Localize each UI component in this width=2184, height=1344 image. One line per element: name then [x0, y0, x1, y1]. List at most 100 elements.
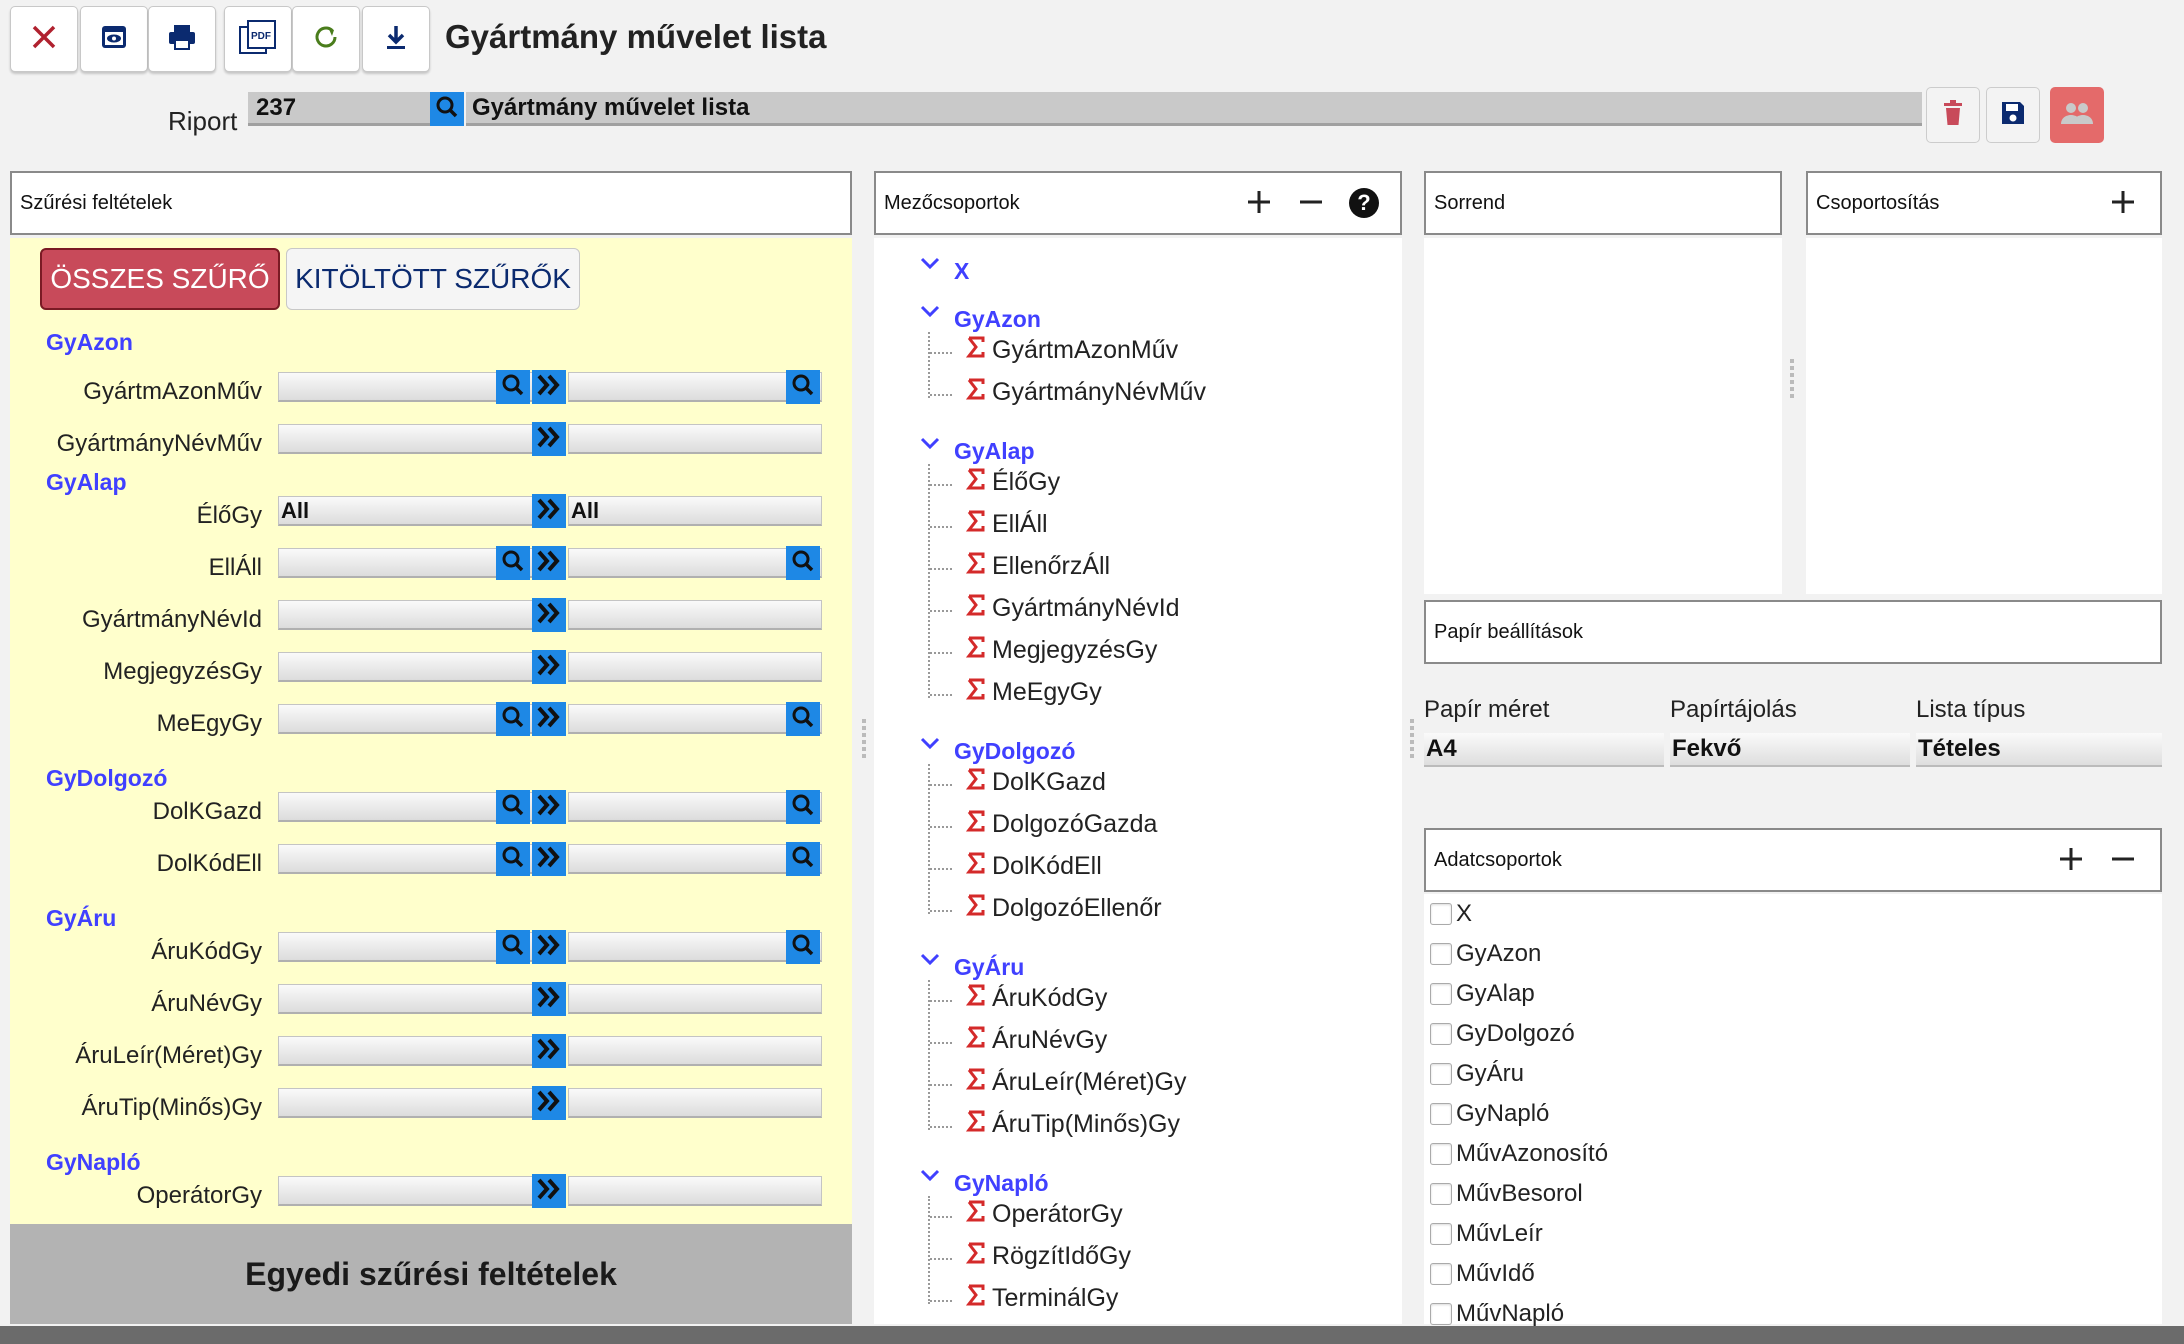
tree-field-item[interactable]: ÉlőGy — [965, 468, 1060, 497]
dataset-item[interactable]: GyDolgozó — [1430, 1020, 1575, 1048]
tab-filled-filters[interactable]: KITÖLTÖTT SZŰRŐK — [286, 248, 580, 310]
filter-copy-button[interactable] — [532, 982, 566, 1016]
splitter-left[interactable] — [860, 716, 868, 761]
filter-copy-button[interactable] — [532, 546, 566, 580]
tree-field-item[interactable]: ÁruTip(Minős)Gy — [965, 1110, 1180, 1139]
tree-field-item[interactable]: OperátorGy — [965, 1200, 1123, 1229]
grouping-area[interactable] — [1806, 238, 2162, 594]
list-type-select[interactable]: Tételes — [1916, 733, 2162, 767]
filter-from-input[interactable] — [278, 652, 534, 682]
tree-collapse-toggle[interactable] — [920, 302, 940, 325]
tab-all-filters[interactable]: ÖSSZES SZŰRŐ — [40, 248, 280, 310]
filter-search-button[interactable] — [496, 842, 530, 876]
sort-area[interactable] — [1424, 238, 1782, 594]
filter-search-button[interactable] — [786, 546, 820, 580]
filter-copy-button[interactable] — [532, 842, 566, 876]
filter-to-input[interactable] — [568, 1088, 822, 1118]
refresh-button[interactable] — [292, 6, 360, 72]
dataset-checkbox[interactable] — [1430, 1023, 1452, 1045]
filter-to-input[interactable] — [568, 548, 822, 578]
filter-copy-button[interactable] — [532, 650, 566, 684]
filter-copy-button[interactable] — [532, 702, 566, 736]
paper-size-select[interactable]: A4 — [1424, 733, 1664, 767]
tree-field-item[interactable]: EllenőrzÁll — [965, 552, 1110, 581]
filter-from-input[interactable] — [278, 1036, 534, 1066]
tree-field-item[interactable]: ÁruKódGy — [965, 984, 1107, 1013]
tree-collapse-toggle[interactable] — [920, 734, 940, 757]
filter-search-button[interactable] — [786, 930, 820, 964]
dataset-checkbox[interactable] — [1430, 1143, 1452, 1165]
tree-collapse-toggle[interactable] — [920, 434, 940, 457]
filter-to-input[interactable] — [568, 792, 822, 822]
paper-orientation-select[interactable]: Fekvő — [1670, 733, 1910, 767]
filter-to-input[interactable] — [568, 984, 822, 1014]
tree-field-item[interactable]: GyártmAzonMűv — [965, 336, 1178, 365]
filter-copy-button[interactable] — [532, 1174, 566, 1208]
dataset-checkbox[interactable] — [1430, 1263, 1452, 1285]
tree-field-item[interactable]: DolKGazd — [965, 768, 1106, 797]
tree-field-item[interactable]: TerminálGy — [965, 1284, 1118, 1313]
tree-field-item[interactable]: DolKódEll — [965, 852, 1102, 881]
riport-search-button[interactable] — [430, 92, 464, 126]
tree-field-item[interactable]: DolgozóEllenőr — [965, 894, 1162, 923]
dataset-checkbox[interactable] — [1430, 983, 1452, 1005]
tree-field-item[interactable]: ÁruNévGy — [965, 1026, 1107, 1055]
filter-copy-button[interactable] — [532, 1034, 566, 1068]
riport-name-field[interactable]: Gyártmány művelet lista — [466, 92, 1922, 126]
tree-group[interactable]: GyÁru — [954, 954, 1024, 981]
pdf-button[interactable]: PDF — [224, 6, 292, 72]
tree-field-item[interactable]: MeEgyGy — [965, 678, 1102, 707]
remove-fieldgroup-button[interactable] — [1296, 187, 1326, 223]
filter-copy-button[interactable] — [532, 370, 566, 404]
dataset-item[interactable]: MűvBesorol — [1430, 1180, 1583, 1208]
tree-group[interactable]: GyNapló — [954, 1170, 1049, 1197]
filter-from-input[interactable] — [278, 1176, 534, 1206]
filter-copy-button[interactable] — [532, 930, 566, 964]
tree-field-item[interactable]: GyártmányNévId — [965, 594, 1180, 623]
download-button[interactable] — [362, 6, 430, 72]
preview-button[interactable] — [80, 6, 148, 72]
splitter-middle[interactable] — [1408, 716, 1416, 761]
tree-field-item[interactable]: RögzítIdőGy — [965, 1242, 1131, 1271]
dataset-checkbox[interactable] — [1430, 1103, 1452, 1125]
filter-from-input[interactable] — [278, 1088, 534, 1118]
filter-copy-button[interactable] — [532, 422, 566, 456]
close-button[interactable] — [10, 6, 78, 72]
filter-copy-button[interactable] — [532, 598, 566, 632]
tree-collapse-toggle[interactable] — [920, 950, 940, 973]
dataset-checkbox[interactable] — [1430, 1303, 1452, 1325]
tree-collapse-toggle[interactable] — [920, 254, 940, 277]
tree-field-item[interactable]: MegjegyzésGy — [965, 636, 1157, 665]
filter-search-button[interactable] — [496, 370, 530, 404]
filter-search-button[interactable] — [496, 702, 530, 736]
tree-field-item[interactable]: EllÁll — [965, 510, 1048, 539]
filter-search-button[interactable] — [786, 842, 820, 876]
filter-to-input[interactable] — [568, 932, 822, 962]
splitter-right[interactable] — [1788, 356, 1796, 401]
tree-group[interactable]: GyDolgozó — [954, 738, 1075, 765]
riport-code-field[interactable]: 237 — [248, 92, 430, 126]
tree-group[interactable]: GyAzon — [954, 306, 1041, 333]
dataset-item[interactable]: MűvLeír — [1430, 1220, 1543, 1248]
filter-to-input[interactable] — [568, 424, 822, 454]
dataset-checkbox[interactable] — [1430, 1223, 1452, 1245]
filter-to-input[interactable] — [568, 600, 822, 630]
custom-filters-bar[interactable]: Egyedi szűrési feltételek — [10, 1224, 852, 1324]
dataset-item[interactable]: MűvIdő — [1430, 1260, 1535, 1288]
filter-search-button[interactable] — [786, 370, 820, 404]
filter-from-input[interactable] — [278, 600, 534, 630]
dataset-checkbox[interactable] — [1430, 943, 1452, 965]
tree-field-item[interactable]: GyártmányNévMűv — [965, 378, 1206, 407]
add-fieldgroup-button[interactable] — [1244, 187, 1274, 223]
filter-to-input[interactable] — [568, 652, 822, 682]
dataset-item[interactable]: X — [1430, 900, 1472, 928]
help-icon[interactable]: ? — [1348, 187, 1380, 225]
filter-copy-button[interactable] — [532, 1086, 566, 1120]
filter-from-input[interactable] — [278, 984, 534, 1014]
tree-group[interactable]: X — [954, 258, 969, 285]
remove-dataset-button[interactable] — [2108, 844, 2138, 880]
add-dataset-button[interactable] — [2056, 844, 2086, 880]
users-button[interactable] — [2050, 87, 2104, 143]
filter-to-input[interactable] — [568, 372, 822, 402]
filter-from-input[interactable] — [278, 424, 534, 454]
